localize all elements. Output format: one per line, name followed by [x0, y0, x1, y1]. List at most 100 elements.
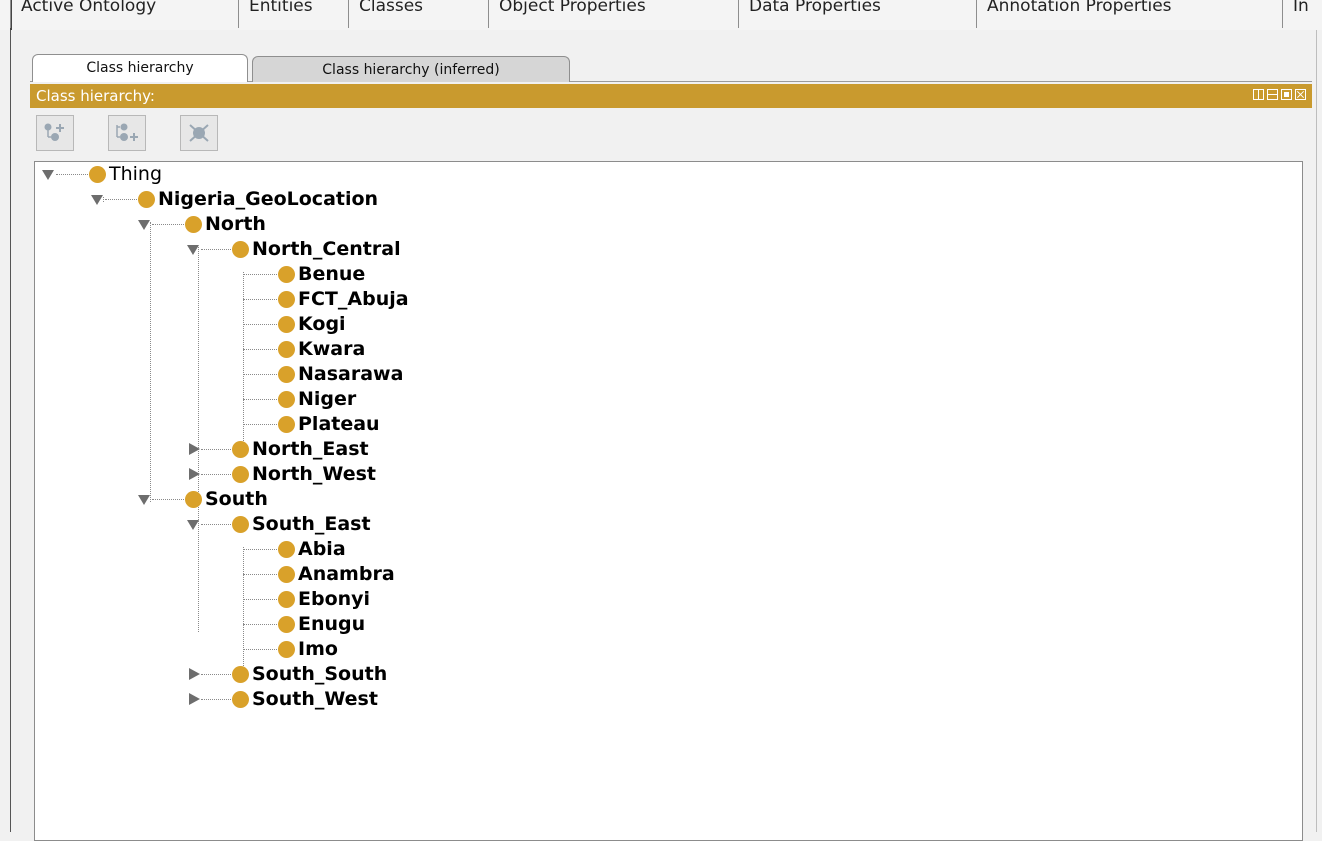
- tree-node-south-south[interactable]: South_South: [35, 662, 635, 687]
- delete-class-button[interactable]: [180, 115, 218, 151]
- split-vertical-icon[interactable]: [1253, 89, 1264, 100]
- tab-entities[interactable]: Entities: [238, 0, 348, 28]
- collapsed-arrow-icon[interactable]: [189, 668, 200, 680]
- tree-node-nasarawa[interactable]: Nasarawa: [35, 362, 635, 387]
- class-icon: [89, 166, 106, 183]
- tree-node-label: South_East: [252, 513, 371, 535]
- tree-node-kwara[interactable]: Kwara: [35, 337, 635, 362]
- tree-connector: [243, 574, 277, 575]
- tree-node-anambra[interactable]: Anambra: [35, 562, 635, 587]
- class-icon: [232, 441, 249, 458]
- close-icon[interactable]: [1295, 89, 1306, 100]
- class-icon: [278, 591, 295, 608]
- class-hierarchy-tree[interactable]: Thing Nigeria_GeoLocation North North_Ce…: [34, 161, 1303, 841]
- class-icon: [185, 216, 202, 233]
- view-title: Class hierarchy:: [36, 87, 155, 105]
- class-icon: [278, 316, 295, 333]
- collapsed-arrow-icon[interactable]: [189, 443, 200, 455]
- tree-node-kogi[interactable]: Kogi: [35, 312, 635, 337]
- tree-node-label: Kwara: [298, 338, 366, 360]
- expanded-arrow-icon[interactable]: [138, 495, 150, 505]
- tree-node-ebonyi[interactable]: Ebonyi: [35, 587, 635, 612]
- tree-connector: [243, 324, 277, 325]
- expanded-arrow-icon[interactable]: [138, 220, 150, 230]
- tree-connector: [152, 499, 184, 500]
- tree-node-label: South: [205, 488, 268, 510]
- tab-annotation-properties[interactable]: Annotation Properties: [976, 0, 1272, 28]
- class-icon: [278, 266, 295, 283]
- tree-connector: [201, 249, 231, 250]
- tree-node-niger[interactable]: Niger: [35, 387, 635, 412]
- collapsed-arrow-icon[interactable]: [189, 468, 200, 480]
- expanded-arrow-icon[interactable]: [42, 170, 54, 180]
- tree-node-south[interactable]: South: [35, 487, 635, 512]
- tree-node-north-west[interactable]: North_West: [35, 462, 635, 487]
- tree-node-label: Nigeria_GeoLocation: [158, 188, 379, 210]
- class-icon: [232, 516, 249, 533]
- tree-node-label: Thing: [109, 163, 163, 185]
- tree-node-label: Enugu: [298, 613, 366, 635]
- tree-node-north-central[interactable]: North_Central: [35, 237, 635, 262]
- tab-object-properties[interactable]: Object Properties: [488, 0, 738, 28]
- class-icon: [278, 291, 295, 308]
- tree-node-label: North_East: [252, 438, 369, 460]
- expanded-arrow-icon[interactable]: [187, 245, 199, 255]
- tree-node-plateau[interactable]: Plateau: [35, 412, 635, 437]
- tab-class-hierarchy[interactable]: Class hierarchy: [32, 54, 248, 82]
- tree-node-north-east[interactable]: North_East: [35, 437, 635, 462]
- tree-node-imo[interactable]: Imo: [35, 637, 635, 662]
- tab-data-properties[interactable]: Data Properties: [738, 0, 976, 28]
- tree-connector: [243, 599, 277, 600]
- tree-node-label: Anambra: [298, 563, 395, 585]
- tab-individuals[interactable]: In: [1282, 0, 1322, 28]
- class-icon: [278, 366, 295, 383]
- tree-connector: [56, 174, 88, 175]
- tree-node-north[interactable]: North: [35, 212, 635, 237]
- tree-connector: [243, 649, 277, 650]
- tree-connector: [201, 474, 231, 475]
- tree-connector: [201, 524, 231, 525]
- tree-node-label: South_South: [252, 663, 388, 685]
- tree-node-abia[interactable]: Abia: [35, 537, 635, 562]
- tree-connector: [243, 274, 277, 275]
- add-subclass-button[interactable]: [36, 115, 74, 151]
- expanded-arrow-icon[interactable]: [91, 195, 103, 205]
- tab-class-hierarchy-inferred[interactable]: Class hierarchy (inferred): [252, 56, 570, 82]
- tree-node-south-east[interactable]: South_East: [35, 512, 635, 537]
- tree-connector: [105, 199, 137, 200]
- expanded-arrow-icon[interactable]: [187, 520, 199, 530]
- tree-node-fct-abuja[interactable]: FCT_Abuja: [35, 287, 635, 312]
- tree-node-label: North: [205, 213, 266, 235]
- class-icon: [232, 691, 249, 708]
- tree-node-enugu[interactable]: Enugu: [35, 612, 635, 637]
- frame-right-border: [1316, 30, 1317, 832]
- tree-node-label: Ebonyi: [298, 588, 371, 610]
- tree-node-label: North_West: [252, 463, 376, 485]
- tree-node-label: South_West: [252, 688, 378, 710]
- tab-active-ontology[interactable]: Active Ontology: [10, 0, 238, 28]
- tree-node-label: Plateau: [298, 413, 380, 435]
- tree-node-thing[interactable]: Thing: [35, 162, 635, 187]
- class-icon: [278, 641, 295, 658]
- tree-connector: [243, 399, 277, 400]
- tree-node-label: Imo: [298, 638, 338, 660]
- collapsed-arrow-icon[interactable]: [189, 693, 200, 705]
- class-icon: [278, 391, 295, 408]
- tree-node-label: Abia: [298, 538, 346, 560]
- tree-connector: [243, 424, 277, 425]
- class-icon: [185, 491, 202, 508]
- tree-node-nigeria-geolocation[interactable]: Nigeria_GeoLocation: [35, 187, 635, 212]
- tree-node-south-west[interactable]: South_West: [35, 687, 635, 712]
- tree-node-label: North_Central: [252, 238, 401, 260]
- tree-node-label: Niger: [298, 388, 357, 410]
- add-sibling-class-icon: [116, 123, 138, 141]
- class-icon: [232, 666, 249, 683]
- add-sibling-class-button[interactable]: [108, 115, 146, 151]
- tree-node-benue[interactable]: Benue: [35, 262, 635, 287]
- add-subclass-icon: [44, 123, 64, 141]
- maximize-icon[interactable]: [1281, 89, 1292, 100]
- class-icon: [278, 566, 295, 583]
- split-horizontal-icon[interactable]: [1267, 89, 1278, 100]
- tab-classes[interactable]: Classes: [348, 0, 488, 28]
- tree-connector: [243, 374, 277, 375]
